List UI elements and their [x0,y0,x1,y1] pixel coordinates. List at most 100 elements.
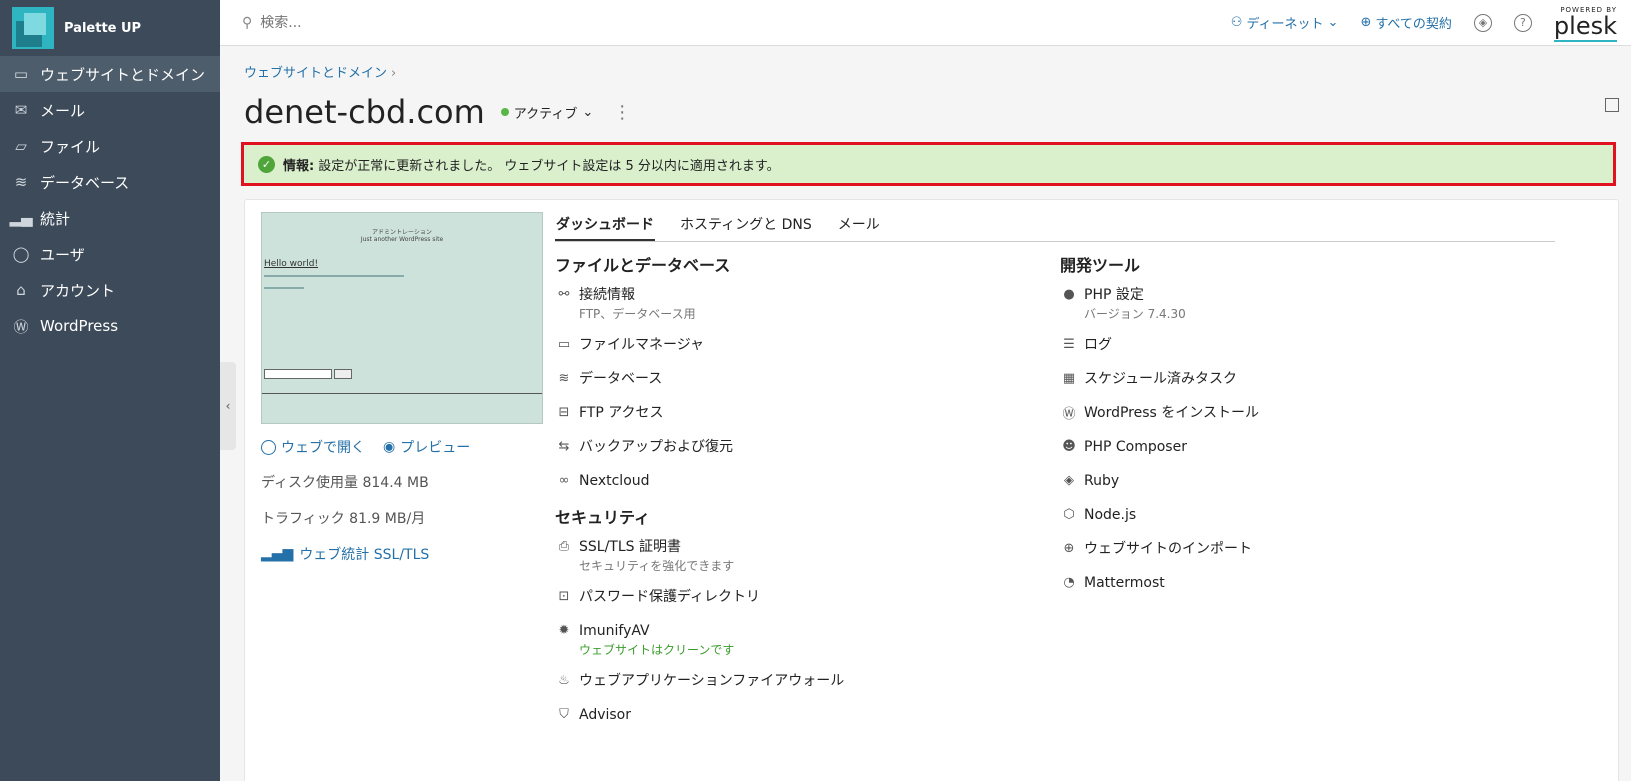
panel-toggle-icon[interactable] [1605,98,1619,112]
topbar: ⚲ ⚇ ディーネット ⌄ ⊕ すべての契約 ◈ ? POWERED BY ple… [220,0,1631,46]
certificate-icon: ⎙ [558,538,570,554]
database-icon: ≋ [558,370,570,386]
tab-dashboard[interactable]: ダッシュボード [555,214,655,241]
tab-mail[interactable]: メール [837,214,881,241]
preview-footer-rule [262,393,542,394]
tool-php-settings[interactable]: ● PHP 設定 バージョン 7.4.30 [1060,284,1540,322]
sidebar-collapse-handle[interactable]: ‹ [220,362,236,450]
breadcrumb: ウェブサイトとドメイン › [244,62,1619,81]
brand-logo [12,7,54,49]
sidebar-item-label: ユーザ [40,245,85,264]
site-preview-thumbnail[interactable]: アドミントレーション Just another WordPress site H… [261,212,543,424]
sidebar-item-files[interactable]: ▱ ファイル [0,128,220,164]
alert-text: 設定が正常に更新されました。 ウェブサイト設定は 5 分以内に適用されます。 [318,158,780,174]
wordpress-icon: Ⓦ [13,317,29,336]
tool-backup[interactable]: ⇆ バックアップおよび復元 [555,436,1035,458]
tool-website-import[interactable]: ⊕ ウェブサイトのインポート [1060,538,1540,560]
web-stats-link[interactable]: ▂▄▆ ウェブ統計 SSL/TLS [261,544,551,564]
sidebar-item-websites[interactable]: ▭ ウェブサイトとドメイン [0,56,220,92]
sidebar-item-mail[interactable]: ✉ メール [0,92,220,128]
breadcrumb-websites[interactable]: ウェブサイトとドメイン [244,66,387,81]
tool-advisor[interactable]: ⛉ Advisor [555,704,1035,726]
ftp-icon: ⊟ [558,404,570,420]
preview-link[interactable]: ◉ プレビュー [383,437,470,457]
bar-chart-icon: ▂▄▆ [261,546,294,562]
files-databases-column: ファイルとデータベース ⚯ 接続情報 FTP、データベース用 ▭ ファイルマネージ… [555,252,1035,738]
dev-tools-column: 開発ツール ● PHP 設定 バージョン 7.4.30 ☰ ログ ▦ スケジュール… [1060,252,1540,606]
user-menu[interactable]: ⚇ ディーネット ⌄ [1231,13,1339,32]
tool-ruby[interactable]: ◈ Ruby [1060,470,1540,492]
tool-php-composer[interactable]: ☻ PHP Composer [1060,436,1540,458]
sidebar-item-label: ウェブサイトとドメイン [40,65,206,84]
preview-text-line [264,287,304,289]
main-content: ウェブサイトとドメイン › denet-cbd.com アクティブ ⌄ ⋮ ✓ 情… [241,46,1619,781]
flame-icon: ♨ [558,672,570,688]
extensions-icon[interactable]: ◈ [1473,13,1492,32]
monitor-icon: ▭ [13,65,29,83]
tool-nodejs[interactable]: ⬡ Node.js [1060,504,1540,526]
tool-web-app-firewall[interactable]: ♨ ウェブアプリケーションファイアウォール [555,670,1035,692]
nextcloud-icon: ∞ [558,472,570,488]
more-options-icon[interactable]: ⋮ [613,102,631,123]
php-icon: ● [1063,286,1075,302]
bar-chart-icon: ▂▄ [9,209,33,227]
chevron-right-icon: › [391,66,397,81]
preview-hello: Hello world! [264,259,319,269]
section-title-security: セキュリティ [555,508,651,527]
globe-icon [261,439,276,455]
backup-icon: ⇆ [558,438,570,454]
tool-ftp-access[interactable]: ⊟ FTP アクセス [555,402,1035,424]
sidebar-item-users[interactable]: ◯ ユーザ [0,236,220,272]
plesk-logo: POWERED BY plesk [1553,7,1617,42]
tool-file-manager[interactable]: ▭ ファイルマネージャ [555,334,1035,356]
help-icon[interactable]: ? [1513,13,1532,32]
sidebar-item-databases[interactable]: ≋ データベース [0,164,220,200]
tool-connection-info[interactable]: ⚯ 接続情報 FTP、データベース用 [555,284,1035,322]
brand-name: Palette UP [64,20,142,36]
globe-import-icon: ⊕ [1063,540,1075,556]
tool-logs[interactable]: ☰ ログ [1060,334,1540,356]
folder-icon: ▭ [557,336,571,352]
disk-usage: ディスク使用量 814.4 MB [261,475,429,491]
sidebar-item-wordpress[interactable]: Ⓦ WordPress [0,308,220,344]
tool-imunifyav[interactable]: ✹ ImunifyAV ウェブサイトはクリーンです [555,620,1035,658]
tool-ssl-certificates[interactable]: ⎙ SSL/TLS 証明書 セキュリティを強化できます [555,536,1035,574]
page-title: denet-cbd.com [244,93,485,131]
section-title-dev-tools: 開発ツール [1060,256,1141,275]
subscriptions-link[interactable]: ⊕ すべての契約 [1360,13,1451,32]
traffic-usage: トラフィック 81.9 MB/月 [261,511,426,527]
preview-search-box [264,369,332,379]
sidebar-item-label: データベース [40,173,130,192]
chevron-down-icon: ⌄ [582,104,594,120]
gear-icon: ✹ [558,622,570,638]
tool-mattermost[interactable]: ◔ Mattermost [1060,572,1540,594]
locked-folder-icon: ⊡ [558,588,570,604]
user-menu-label: ディーネット [1246,17,1324,32]
sidebar-item-stats[interactable]: ▂▄ 統計 [0,200,220,236]
globe-icon: ⊕ [1360,15,1372,30]
tool-password-directories[interactable]: ⊡ パスワード保護ディレクトリ [555,586,1035,608]
plesk-wordmark: plesk [1553,12,1617,42]
account-icon: ⌂ [16,281,26,299]
alert-label: 情報: [283,158,315,174]
status-dot-icon [500,108,509,116]
status-dropdown[interactable]: アクティブ ⌄ [500,103,594,122]
sidebar-item-label: メール [40,101,86,120]
wordpress-icon: Ⓦ [1062,406,1076,422]
link-icon: ⚯ [558,286,570,302]
tab-hosting-dns[interactable]: ホスティングと DNS [679,214,813,241]
open-in-web-link[interactable]: ウェブで開く [261,437,365,457]
status-label: アクティブ [513,106,578,122]
search-input[interactable] [260,14,661,31]
brand[interactable]: Palette UP [0,0,220,56]
tool-databases[interactable]: ≋ データベース [555,368,1035,390]
chevron-down-icon: ⌄ [1327,15,1339,30]
tool-nextcloud[interactable]: ∞ Nextcloud [555,470,1035,492]
calendar-icon: ▦ [1062,370,1076,386]
sidebar-item-account[interactable]: ⌂ アカウント [0,272,220,308]
sidebar-item-label: アカウント [40,281,116,300]
list-icon: ☰ [1063,336,1075,352]
tool-install-wordpress[interactable]: Ⓦ WordPress をインストール [1060,402,1540,424]
tool-scheduled-tasks[interactable]: ▦ スケジュール済みタスク [1060,368,1540,390]
check-circle-icon: ✓ [258,155,275,173]
